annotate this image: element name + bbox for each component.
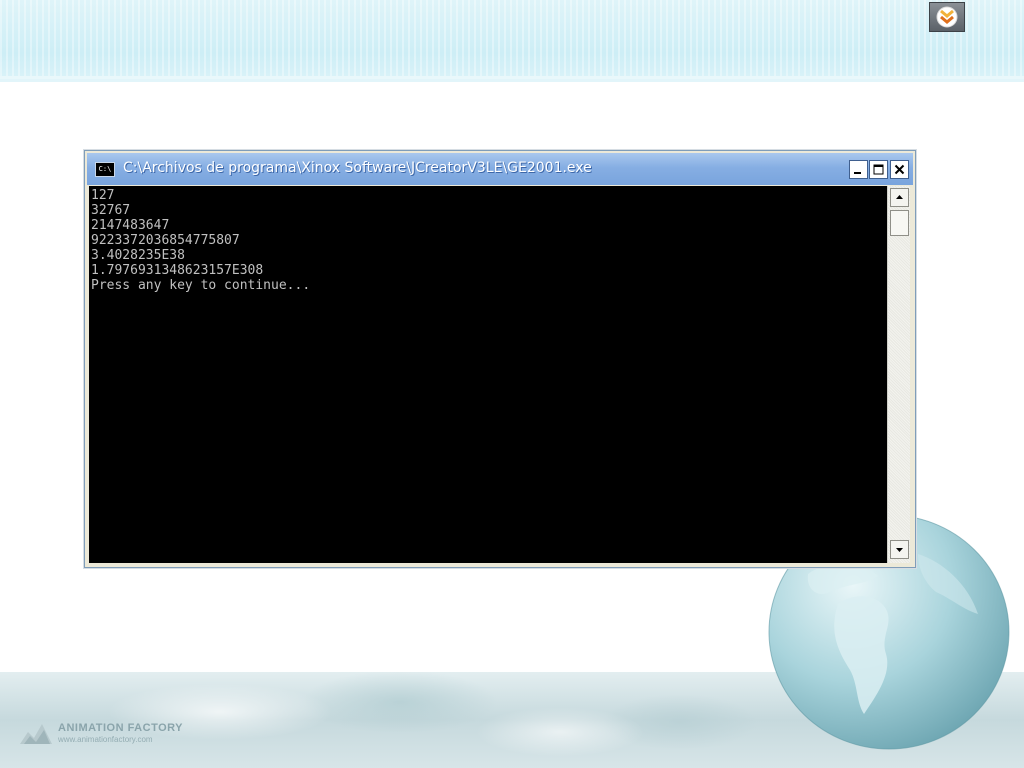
console-line: Press any key to continue... [91, 278, 311, 293]
logo-mark-icon [20, 724, 52, 744]
double-chevron-down-icon [936, 6, 958, 28]
arrow-down-icon [896, 548, 903, 552]
console-app-icon: C:\ [95, 162, 115, 177]
logo-title: ANIMATION FACTORY [58, 722, 184, 734]
console-line: 9223372036854775807 [91, 233, 240, 248]
console-line: 3.4028235E38 [91, 248, 185, 263]
scroll-down-button[interactable] [890, 540, 909, 559]
console-window[interactable]: C:\ C:\Archivos de programa\Xinox Softwa… [84, 150, 916, 568]
minimize-button[interactable] [849, 160, 868, 179]
window-title: C:\Archivos de programa\Xinox Software\J… [123, 160, 592, 176]
logo-url: www.animationfactory.com [58, 735, 153, 744]
close-button[interactable] [890, 160, 909, 179]
minimize-icon [854, 172, 861, 174]
next-slide-button[interactable] [929, 2, 965, 32]
top-banner [0, 0, 1024, 82]
console-line: 1.7976931348623157E308 [91, 263, 264, 278]
maximize-button[interactable] [869, 160, 888, 179]
console-output[interactable]: 127 32767 2147483647 9223372036854775807… [89, 186, 887, 563]
console-line: 2147483647 [91, 218, 170, 233]
arrow-up-icon [896, 195, 903, 199]
window-titlebar[interactable]: C:\ C:\Archivos de programa\Xinox Softwa… [87, 153, 913, 185]
animation-factory-logo: ANIMATION FACTORY www.animationfactory.c… [18, 718, 218, 748]
maximize-icon [873, 164, 884, 175]
vertical-scrollbar[interactable] [887, 186, 910, 563]
console-line: 32767 [91, 203, 131, 218]
close-icon [894, 164, 905, 175]
console-line: 127 [91, 188, 115, 203]
scroll-thumb[interactable] [890, 210, 909, 236]
scroll-up-button[interactable] [890, 188, 909, 207]
